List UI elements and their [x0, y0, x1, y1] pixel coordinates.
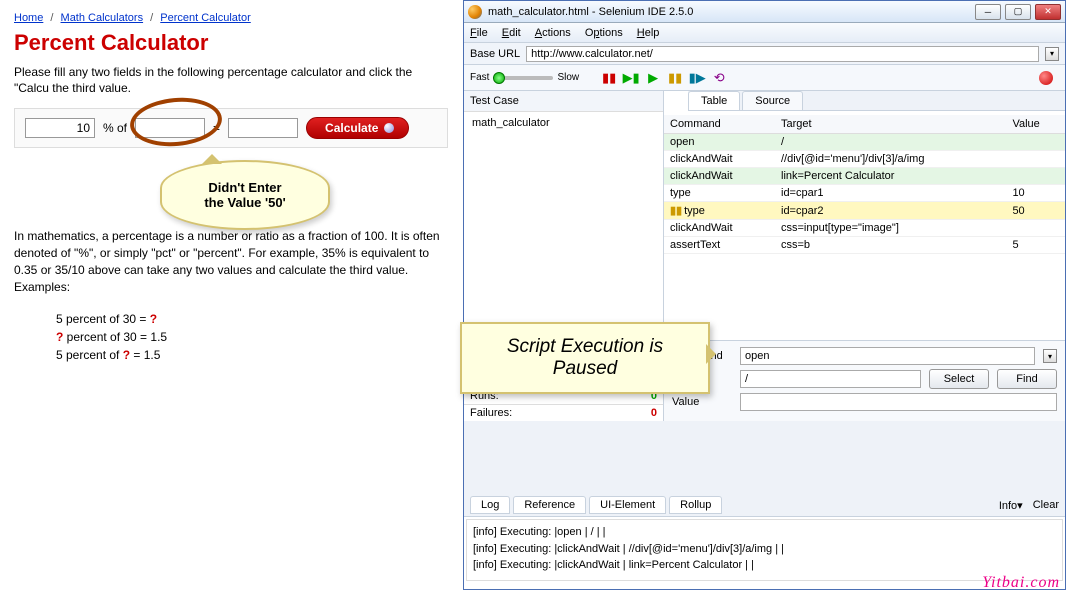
watermark: Yitbai.com	[982, 574, 1060, 592]
menu-edit[interactable]: Edit	[502, 27, 521, 39]
intro-text: Please fill any two fields in the follow…	[14, 64, 448, 96]
calculator-page: Home / Math Calculators / Percent Calcul…	[0, 0, 462, 594]
col-command: Command	[664, 115, 775, 134]
tab-reference[interactable]: Reference	[513, 496, 586, 514]
rollup-icon[interactable]: ⟲	[711, 70, 727, 86]
find-button[interactable]: Find	[997, 369, 1057, 389]
breadcrumb-math[interactable]: Math Calculators	[61, 12, 144, 24]
cpar1-input[interactable]	[25, 118, 95, 138]
breadcrumb-home[interactable]: Home	[14, 12, 43, 24]
maximize-button[interactable]: ▢	[1005, 4, 1031, 20]
detail-command-input[interactable]	[740, 347, 1035, 365]
arrow-icon	[384, 123, 394, 133]
baseurl-label: Base URL	[470, 48, 520, 60]
log-clear-link[interactable]: Clear	[1033, 499, 1059, 512]
minimize-button[interactable]: ─	[975, 4, 1001, 20]
menubar: File Edit Actions Options Help	[464, 23, 1065, 43]
callout-didnt-enter: Didn't Enter the Value '50'	[160, 160, 330, 230]
table-row[interactable]: typeid=cpar110	[664, 185, 1065, 202]
examples-list: 5 percent of 30 = ? ? percent of 30 = 1.…	[56, 310, 448, 364]
table-row[interactable]: clickAndWait//div[@id='menu']/div[3]/a/i…	[664, 151, 1065, 168]
failures-count: 0	[651, 407, 657, 419]
menu-help[interactable]: Help	[637, 27, 660, 39]
log-info-link[interactable]: Info▾	[999, 499, 1023, 512]
tab-rollup[interactable]: Rollup	[669, 496, 722, 514]
speed-slider[interactable]: Fast Slow	[470, 72, 579, 83]
close-button[interactable]: ✕	[1035, 4, 1061, 20]
testcase-header: Test Case	[464, 91, 663, 112]
tab-table[interactable]: Table	[688, 91, 740, 110]
log-line: [info] Executing: |open | / | |	[473, 524, 1056, 541]
baseurl-row: Base URL ▾	[464, 43, 1065, 65]
table-row[interactable]: open/	[664, 134, 1065, 151]
tab-ui-element[interactable]: UI-Element	[589, 496, 666, 514]
record-icon[interactable]	[1039, 71, 1053, 85]
command-table: Command Target Value open/clickAndWait//…	[664, 115, 1065, 254]
play-suite-icon[interactable]: ▶▮	[623, 70, 639, 86]
breadcrumb-percent[interactable]: Percent Calculator	[160, 12, 251, 24]
callout-paused: Script Execution is Paused	[460, 322, 710, 394]
table-row[interactable]: clickAndWaitcss=input[type="image"]	[664, 220, 1065, 237]
pause-marker-icon: ▮▮	[670, 205, 682, 217]
log-line: [info] Executing: |clickAndWait | link=P…	[473, 557, 1056, 574]
result-input[interactable]	[228, 118, 298, 138]
selenium-ide-window: math_calculator.html - Selenium IDE 2.5.…	[463, 0, 1066, 500]
pause-all-icon[interactable]: ▮▮	[601, 70, 617, 86]
log-line: [info] Executing: |clickAndWait | //div[…	[473, 541, 1056, 558]
menu-options[interactable]: Options	[585, 27, 623, 39]
testcase-item[interactable]: math_calculator	[464, 114, 663, 132]
log-body: [info] Executing: |open | / | |[info] Ex…	[466, 519, 1063, 581]
commands-pane: Table Source Command Target Value open/c…	[664, 91, 1065, 421]
tab-log[interactable]: Log	[470, 496, 510, 514]
detail-value-input[interactable]	[740, 393, 1057, 411]
firefox-icon	[468, 5, 482, 19]
pause-icon[interactable]: ▮▮	[667, 70, 683, 86]
col-value: Value	[1006, 115, 1065, 134]
col-target: Target	[775, 115, 1006, 134]
play-test-icon[interactable]: ▶	[645, 70, 661, 86]
detail-value-label: Value	[672, 396, 732, 408]
calculate-button[interactable]: Calculate	[306, 117, 409, 139]
menu-actions[interactable]: Actions	[535, 27, 571, 39]
table-row[interactable]: clickAndWaitlink=Percent Calculator	[664, 168, 1065, 185]
select-button[interactable]: Select	[929, 369, 989, 389]
toolbar: Fast Slow ▮▮ ▶▮ ▶ ▮▮ ▮▶ ⟲	[464, 65, 1065, 91]
table-row[interactable]: assertTextcss=b5	[664, 237, 1065, 254]
baseurl-input[interactable]	[526, 46, 1039, 62]
calc-box: % of = Calculate	[14, 108, 448, 148]
step-icon[interactable]: ▮▶	[689, 70, 705, 86]
equals-label: =	[213, 121, 220, 135]
detail-target-input[interactable]	[740, 370, 921, 388]
titlebar: math_calculator.html - Selenium IDE 2.5.…	[464, 1, 1065, 23]
breadcrumb: Home / Math Calculators / Percent Calcul…	[14, 12, 448, 24]
log-pane: Log Reference UI-Element Rollup Info▾ Cl…	[463, 494, 1066, 590]
of-label: % of	[103, 121, 127, 135]
table-row[interactable]: ▮▮typeid=cpar250	[664, 202, 1065, 220]
baseurl-dropdown[interactable]: ▾	[1045, 47, 1059, 61]
cpar2-input[interactable]	[135, 118, 205, 138]
tab-source[interactable]: Source	[742, 91, 803, 110]
window-title: math_calculator.html - Selenium IDE 2.5.…	[488, 6, 975, 18]
page-title: Percent Calculator	[14, 30, 448, 56]
command-dropdown[interactable]: ▾	[1043, 349, 1057, 363]
description-text: In mathematics, a percentage is a number…	[14, 228, 448, 295]
menu-file[interactable]: File	[470, 27, 488, 39]
